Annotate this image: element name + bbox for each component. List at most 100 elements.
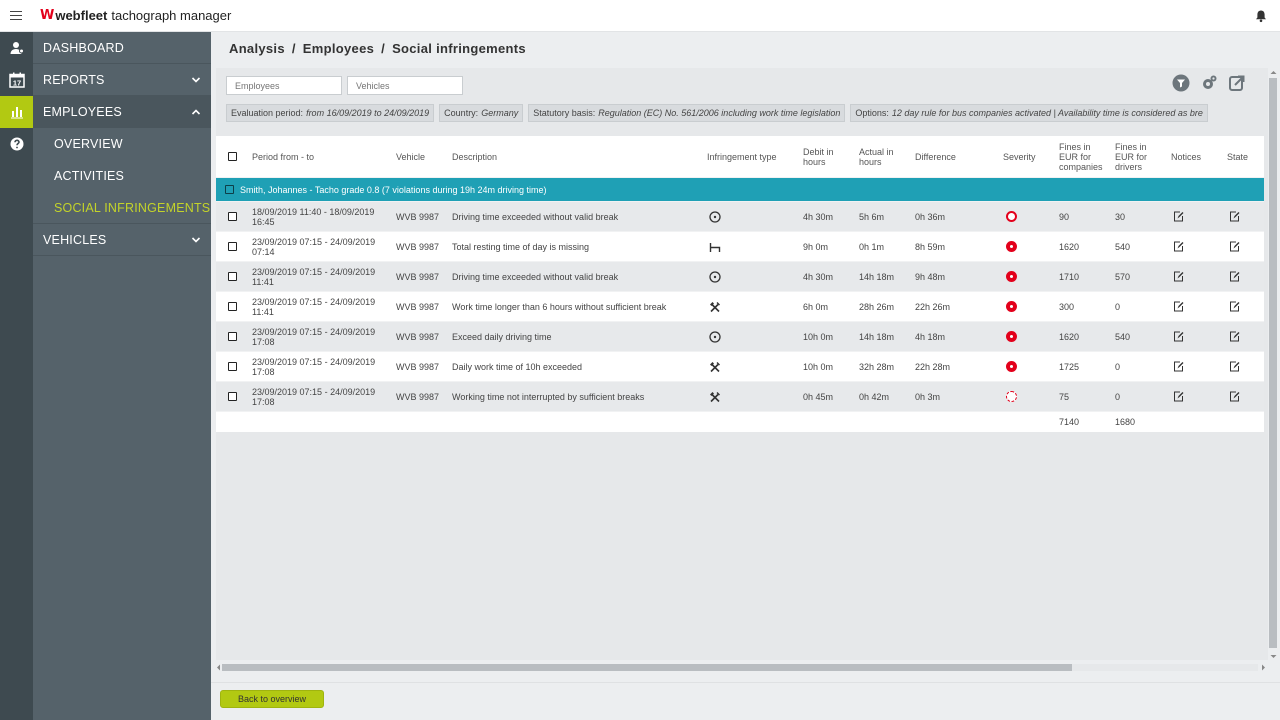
row-checkbox[interactable] — [228, 302, 237, 311]
row-checkbox[interactable] — [228, 212, 237, 221]
sidebar-item-activities[interactable]: ACTIVITIES — [33, 160, 211, 192]
toolbar — [1172, 74, 1246, 92]
state-edit-icon[interactable] — [1229, 382, 1240, 411]
top-bar: W webfleet tachograph manager — [0, 0, 1280, 32]
severity-fill-icon — [1006, 271, 1017, 282]
brand-logo: W webfleet tachograph manager — [40, 8, 231, 23]
vertical-scrollbar[interactable] — [1268, 68, 1278, 662]
table-row[interactable]: 23/09/2019 07:15 - 24/09/2019 07:14 WVB 99… — [216, 232, 1264, 262]
header-difference[interactable]: Difference — [915, 136, 956, 177]
header-infringement-type[interactable]: Infringement type — [707, 136, 777, 177]
scroll-left-arrow-icon[interactable] — [216, 664, 221, 671]
header-period[interactable]: Period from - to — [252, 136, 314, 177]
sidebar-item-employees[interactable]: EMPLOYEES — [33, 96, 211, 128]
cell-fine-companies: 1725 — [1059, 361, 1080, 372]
state-edit-icon[interactable] — [1229, 352, 1240, 381]
header-fines-companies[interactable]: Fines in EUR for companies — [1059, 136, 1103, 177]
header-severity[interactable]: Severity — [1003, 136, 1036, 177]
table-row[interactable]: 23/09/2019 07:15 - 24/09/2019 17:08 WVB 99… — [216, 322, 1264, 352]
scrollbar-thumb[interactable] — [1269, 78, 1277, 648]
cell-description: Working time not interrupted by sufficie… — [452, 391, 645, 402]
notice-edit-icon[interactable] — [1173, 352, 1184, 381]
state-edit-icon[interactable] — [1229, 322, 1240, 351]
rail-dashboard[interactable] — [0, 32, 33, 64]
sidebar-item-social-infringements[interactable]: SOCIAL INFRINGEMENTS — [33, 192, 211, 224]
header-description[interactable]: Description — [452, 136, 497, 177]
bell-icon[interactable] — [1254, 9, 1268, 23]
sidebar-item-reports[interactable]: REPORTS — [33, 64, 211, 96]
notice-edit-icon[interactable] — [1173, 202, 1184, 231]
row-checkbox-cell — [228, 232, 237, 261]
filter-icon[interactable] — [1172, 74, 1190, 92]
total-fines-companies: 7140 — [1059, 417, 1080, 427]
sidebar-item-overview[interactable]: OVERVIEW — [33, 128, 211, 160]
breadcrumb-employees[interactable]: Employees — [303, 41, 374, 56]
header-state[interactable]: State — [1227, 136, 1248, 177]
table-row[interactable]: 18/09/2019 11:40 - 18/09/2019 16:45 WVB 99… — [216, 202, 1264, 232]
notice-edit-icon[interactable] — [1173, 322, 1184, 351]
notice-edit-icon[interactable] — [1173, 232, 1184, 261]
group-checkbox[interactable] — [225, 185, 234, 194]
chevron-down-icon — [191, 237, 201, 243]
sidebar-item-vehicles[interactable]: VEHICLES — [33, 224, 211, 256]
notice-edit-icon[interactable] — [1173, 292, 1184, 321]
table-row[interactable]: 23/09/2019 07:15 - 24/09/2019 11:41 WVB 99… — [216, 292, 1264, 322]
scrollbar-thumb[interactable] — [222, 664, 1072, 671]
notice-edit-icon[interactable] — [1173, 382, 1184, 411]
group-checkbox-cell — [225, 178, 234, 201]
back-to-overview-button[interactable]: Back to overview — [220, 690, 324, 708]
breadcrumb-analysis[interactable]: Analysis — [229, 41, 285, 56]
header-debit-line: Debit in — [803, 146, 834, 157]
employees-filter-input[interactable] — [226, 76, 342, 95]
hamburger-icon[interactable] — [0, 0, 32, 32]
cell-period: 23/09/2019 07:15 - 24/09/2019 07:14 — [252, 232, 375, 261]
row-checkbox[interactable] — [228, 392, 237, 401]
severity-fill-icon — [1006, 241, 1017, 252]
rail-employees[interactable] — [0, 96, 33, 128]
table-row[interactable]: 23/09/2019 07:15 - 24/09/2019 17:08 WVB 99… — [216, 352, 1264, 382]
export-icon[interactable] — [1228, 74, 1246, 92]
brand-name: webfleet — [55, 8, 108, 23]
severity-cell — [1006, 322, 1017, 351]
employee-group-row[interactable]: Smith, Johannes - Tacho grade 0.8 (7 vio… — [216, 178, 1264, 202]
row-checkbox[interactable] — [228, 362, 237, 371]
settings-gears-icon[interactable] — [1200, 74, 1218, 92]
row-checkbox[interactable] — [228, 272, 237, 281]
state-edit-icon[interactable] — [1229, 202, 1240, 231]
rail-help[interactable] — [0, 128, 33, 160]
header-actual-line: hours — [859, 156, 882, 167]
user-icon — [10, 42, 24, 54]
vehicles-filter-input[interactable] — [347, 76, 463, 95]
row-checkbox[interactable] — [228, 242, 237, 251]
rail-reports[interactable]: 17 — [0, 64, 33, 96]
table-row[interactable]: 23/09/2019 07:15 - 24/09/2019 17:08 WVB 99… — [216, 382, 1264, 412]
icon-rail: 17 — [0, 32, 33, 720]
table-row[interactable]: 23/09/2019 07:15 - 24/09/2019 11:41 WVB 99… — [216, 262, 1264, 292]
header-vehicle[interactable]: Vehicle — [396, 136, 425, 177]
tools-icon — [709, 382, 721, 411]
scroll-right-arrow-icon[interactable] — [1261, 664, 1266, 671]
totals-row: 7140 1680 — [216, 412, 1264, 432]
chevron-up-icon — [191, 109, 201, 115]
cell-fine-drivers: 540 — [1115, 241, 1131, 252]
horizontal-scrollbar[interactable] — [216, 662, 1266, 672]
cell-debit: 4h 30m — [803, 211, 834, 222]
severity-ring-icon — [1006, 211, 1017, 222]
sidebar-item-dashboard[interactable]: DASHBOARD — [33, 32, 211, 64]
row-checkbox[interactable] — [228, 332, 237, 341]
scroll-up-arrow-icon[interactable] — [1270, 70, 1277, 75]
scroll-down-arrow-icon[interactable] — [1270, 654, 1277, 659]
header-debit[interactable]: Debit in hours — [803, 136, 834, 177]
cell-description: Exceed daily driving time — [452, 331, 552, 342]
header-fines-drivers[interactable]: Fines in EUR for drivers — [1115, 136, 1147, 177]
header-notices[interactable]: Notices — [1171, 136, 1201, 177]
row-checkbox-cell — [228, 292, 237, 321]
state-edit-icon[interactable] — [1229, 232, 1240, 261]
select-all-checkbox[interactable] — [228, 152, 237, 161]
help-icon — [10, 137, 23, 151]
state-edit-icon[interactable] — [1229, 262, 1240, 291]
cell-difference: 22h 28m — [915, 361, 951, 372]
header-actual[interactable]: Actual in hours — [859, 136, 894, 177]
notice-edit-icon[interactable] — [1173, 262, 1184, 291]
state-edit-icon[interactable] — [1229, 292, 1240, 321]
